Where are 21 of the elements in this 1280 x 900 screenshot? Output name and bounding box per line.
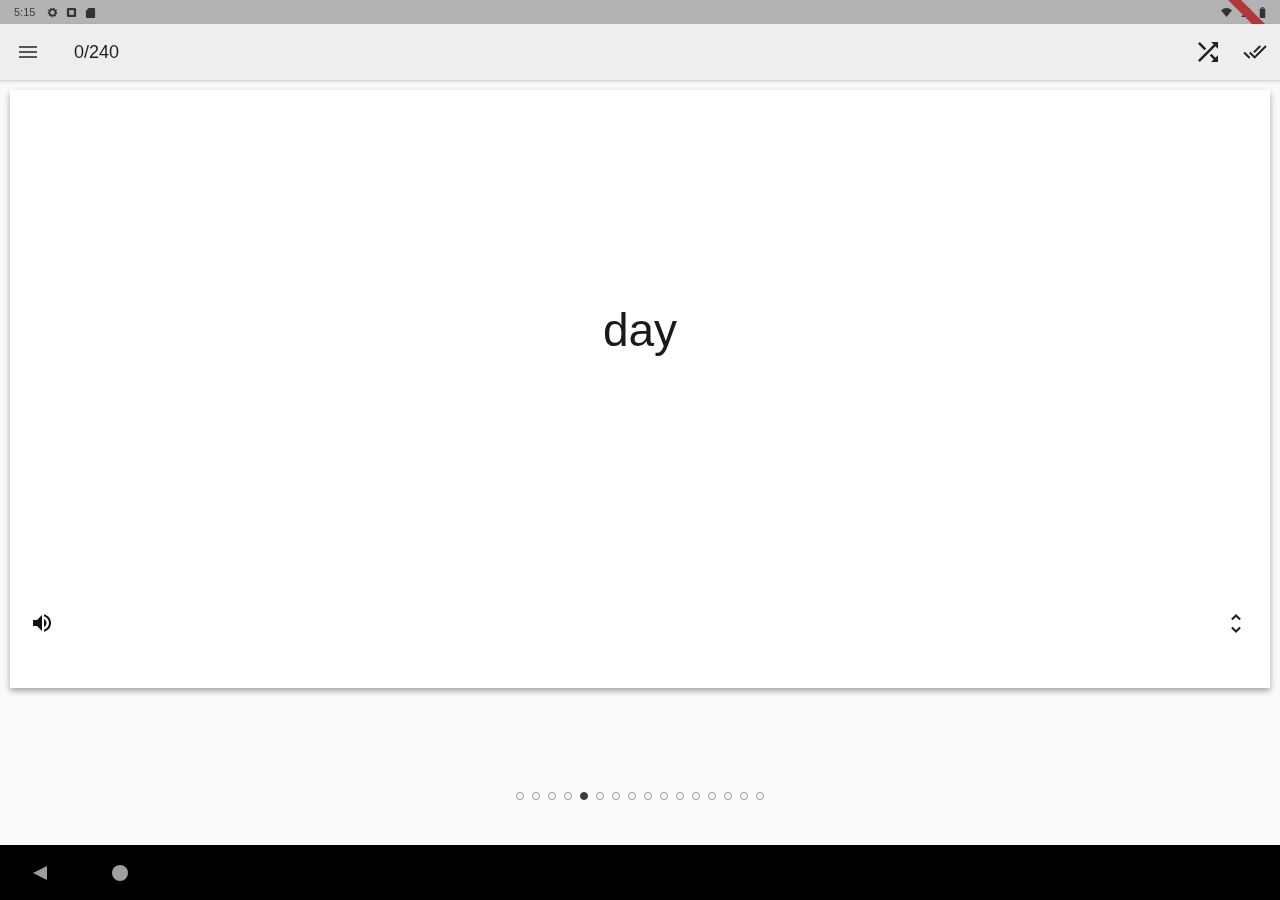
back-triangle-icon bbox=[32, 864, 48, 881]
shuffle-button[interactable] bbox=[1196, 40, 1220, 64]
page-dot-icon[interactable] bbox=[580, 792, 588, 800]
shuffle-icon bbox=[1198, 42, 1218, 62]
progress-counter: 0/240 bbox=[74, 40, 120, 64]
gear-icon bbox=[47, 6, 59, 18]
double-check-icon bbox=[1243, 45, 1267, 59]
battery-icon bbox=[1259, 6, 1266, 18]
home-circle-icon bbox=[112, 864, 128, 881]
back-button[interactable] bbox=[31, 863, 49, 882]
sd-card-icon bbox=[85, 6, 97, 18]
home-button[interactable] bbox=[111, 863, 129, 882]
card-word: day bbox=[602, 303, 678, 358]
unfold-icon bbox=[1231, 613, 1241, 633]
speak-button[interactable] bbox=[32, 613, 52, 633]
square-icon bbox=[66, 6, 78, 18]
wifi-icon bbox=[1221, 6, 1232, 18]
status-time: 5:15 bbox=[14, 4, 36, 20]
speaker-icon bbox=[33, 614, 51, 632]
flashcard[interactable]: day bbox=[10, 90, 1270, 688]
menu-icon bbox=[18, 45, 38, 59]
